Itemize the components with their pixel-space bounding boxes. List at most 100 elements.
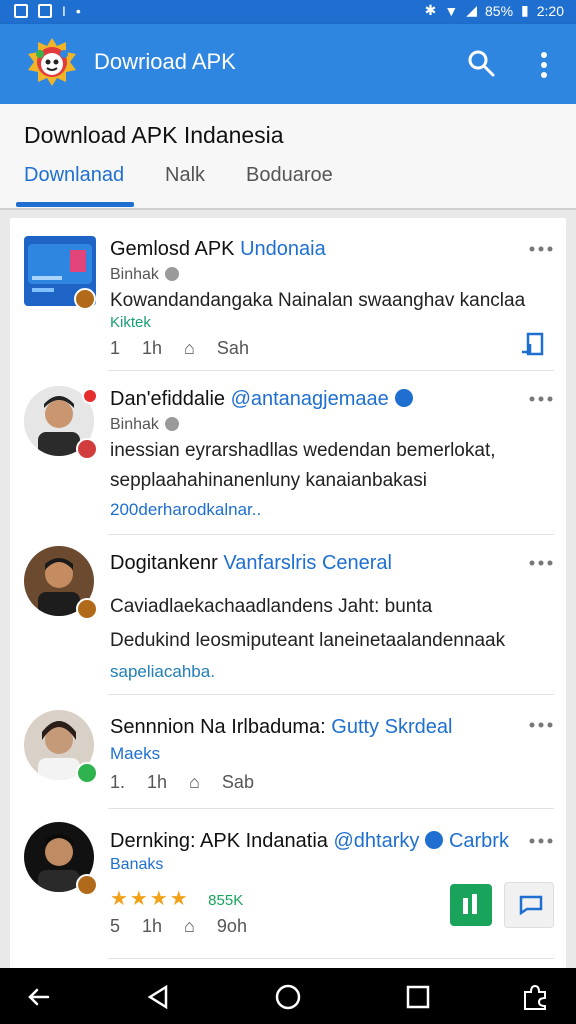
- comment-icon: [519, 895, 543, 916]
- back-triangle-icon[interactable]: [144, 982, 174, 1012]
- rating-count: 855K: [208, 892, 244, 909]
- author-handle[interactable]: Undonaia: [240, 238, 326, 260]
- tab-nalk[interactable]: Nalk: [165, 164, 205, 187]
- divider: [108, 808, 554, 809]
- action-label[interactable]: Sab: [222, 772, 254, 793]
- time-ago: 1h: [142, 338, 163, 358]
- recents-square-icon[interactable]: [403, 982, 433, 1012]
- tab-download[interactable]: Downlanad: [24, 164, 124, 187]
- status-bar: I • ✱ ▼ ◢ 85% ▮ 2:20: [0, 0, 576, 24]
- post-actions: 1. 1h ⌂ Sab: [110, 772, 254, 793]
- verified-gray-icon: [164, 267, 179, 281]
- battery-icon: ▮: [521, 2, 529, 18]
- divider: [108, 370, 554, 371]
- time-ago: 1h: [147, 772, 168, 792]
- app-title: Dowrioad APK: [94, 49, 236, 74]
- reply-count[interactable]: 1: [110, 338, 120, 359]
- post-link[interactable]: 200derharodkalnar..: [110, 500, 261, 520]
- dot-icon: •: [75, 3, 81, 19]
- puzzle-icon[interactable]: [520, 982, 550, 1012]
- active-tab-indicator: [16, 202, 134, 207]
- page-header: Download APK Indanesia Downlanad Nalk Bo…: [0, 104, 576, 210]
- download-action-icon[interactable]: [520, 328, 546, 358]
- action-label[interactable]: Sah: [217, 338, 249, 359]
- post-subtitle: Banaks: [110, 856, 164, 873]
- badge-icon: [76, 438, 98, 460]
- author-name: Gemlosd APK: [110, 238, 235, 260]
- time-ago: 1h: [142, 916, 163, 936]
- overflow-menu-icon[interactable]: [534, 50, 554, 80]
- install-button[interactable]: [450, 884, 492, 926]
- system-icons: ✱ ▼ ◢ 85% ▮ 2:20: [425, 2, 564, 19]
- post-body-line: inessian eyrarshadllas wedendan bemerlok…: [110, 440, 496, 461]
- home-circle-icon[interactable]: [273, 982, 303, 1012]
- more-options-icon[interactable]: [528, 558, 554, 568]
- verified-gray-icon: [164, 417, 179, 431]
- badge-icon: [76, 598, 98, 620]
- notification-icons: I •: [14, 3, 81, 19]
- author-name: Sennnion Na Irlbaduma:: [110, 716, 326, 738]
- sim-icon: I: [62, 3, 66, 19]
- post-author: Sennnion Na Irlbaduma: Gutty Skrdeal: [110, 716, 452, 739]
- share-icon[interactable]: ⌂: [189, 772, 200, 793]
- post-link[interactable]: Maeks: [110, 744, 160, 764]
- divider: [108, 534, 554, 535]
- more-options-icon[interactable]: [528, 720, 554, 730]
- battery-level: 85%: [485, 2, 514, 19]
- author-name: Dogitankenr: [110, 552, 218, 574]
- post-author: Dernking: APK Indanatia @dhtarky Carbrk: [110, 830, 509, 853]
- install-icon: [463, 894, 477, 914]
- more-options-icon[interactable]: [528, 836, 554, 846]
- comment-button[interactable]: [504, 882, 554, 928]
- badge-icon: [74, 288, 96, 310]
- divider: [108, 694, 554, 695]
- search-icon[interactable]: [466, 48, 496, 78]
- back-arrow-icon[interactable]: [24, 982, 54, 1012]
- badge-icon: [76, 874, 98, 896]
- post-author: Dogitankenr Vanfarslris Ceneral: [110, 552, 392, 575]
- app-bar: Dowrioad APK: [0, 24, 576, 104]
- reply-count[interactable]: 1.: [110, 772, 125, 793]
- author-handle[interactable]: @dhtarky: [333, 830, 419, 852]
- post-body-line: Kowandandangaka Nainalan swaanghav kancl…: [110, 290, 526, 311]
- verified-icon: [425, 831, 444, 849]
- more-options-icon[interactable]: [528, 244, 554, 254]
- action-label[interactable]: 9oh: [217, 916, 247, 937]
- post-body-line: Caviadlaekachaadlandens Jaht: bunta: [110, 596, 433, 617]
- post-link[interactable]: sapeliacahba.: [110, 662, 215, 682]
- tab-boduaroe[interactable]: Boduaroe: [246, 164, 333, 187]
- bluetooth-icon: ✱: [424, 2, 437, 18]
- post-actions: 1 1h ⌂ Sah: [110, 338, 249, 359]
- more-options-icon[interactable]: [528, 394, 554, 404]
- post-subtitle: Binhak: [110, 416, 179, 434]
- post-tag-link[interactable]: Kiktek: [110, 314, 151, 331]
- author-handle[interactable]: @antanagjemaae: [231, 388, 389, 410]
- post-author: Dan'efiddalie @antanagjemaae: [110, 388, 413, 411]
- post-actions: 5 1h ⌂ 9oh: [110, 916, 247, 937]
- share-icon[interactable]: ⌂: [184, 338, 195, 359]
- share-icon[interactable]: ⌂: [184, 916, 195, 937]
- reply-count[interactable]: 5: [110, 916, 120, 937]
- author-handle-secondary[interactable]: Carbrk: [449, 830, 509, 852]
- star-rating-icon: ★★★★: [110, 888, 190, 910]
- app-logo-icon[interactable]: [26, 36, 78, 88]
- verified-icon: [394, 389, 413, 407]
- author-name: Dan'efiddalie: [110, 388, 226, 410]
- wifi-icon: ▼: [444, 2, 459, 19]
- notification-dot-icon: [82, 388, 98, 404]
- signal-icon: ◢: [466, 2, 477, 18]
- mail-icon: [38, 4, 52, 18]
- author-handle[interactable]: Vanfarslris Ceneral: [223, 552, 392, 574]
- page-title: Download APK Indanesia: [24, 122, 284, 148]
- system-nav-bar: [0, 968, 576, 1024]
- post-subtitle: Binhak: [110, 266, 179, 284]
- divider: [108, 958, 554, 959]
- clock: 2:20: [536, 2, 564, 19]
- author-handle[interactable]: Gutty Skrdeal: [331, 716, 452, 738]
- subtitle-text: Binhak: [110, 416, 159, 433]
- notification-icon: [14, 4, 28, 18]
- check-badge-icon: [76, 762, 98, 784]
- post-feed[interactable]: Gemlosd APK Undonaia Binhak Kowandandang…: [10, 218, 566, 968]
- post-body-line: Dedukind leosmiputeant laneinetaalandenn…: [110, 630, 506, 651]
- rating-row: ★★★★ 855K: [110, 886, 243, 911]
